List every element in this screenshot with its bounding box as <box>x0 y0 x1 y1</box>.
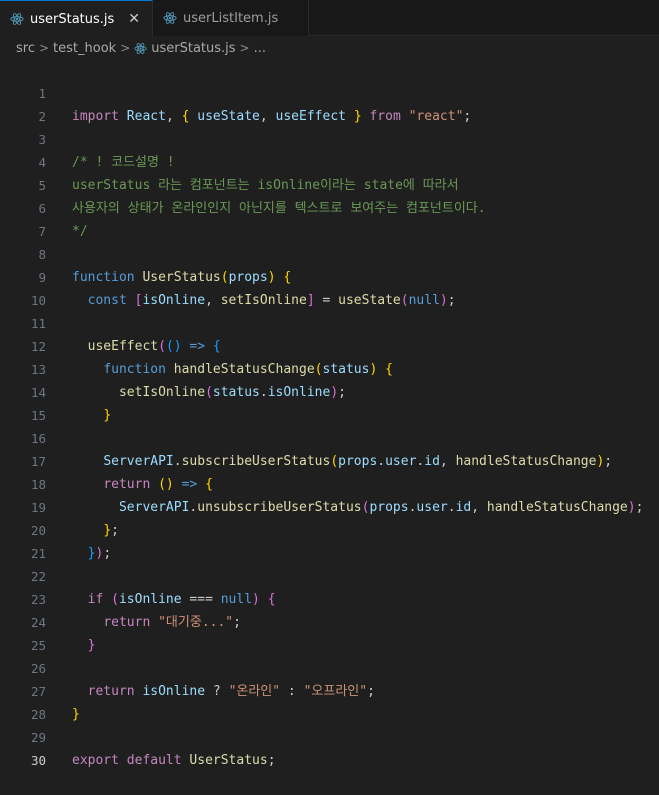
string-literal: "대기중..." <box>158 615 234 630</box>
code-line: 1 import React, { useState, useEffect } … <box>0 59 471 124</box>
code-line: 26 return isOnline ? "온라인" : "오프라인"; <box>0 634 375 699</box>
string-literal: "react" <box>408 109 464 124</box>
chevron-right-icon: > <box>38 41 50 55</box>
comment: userStatus 라는 컴포넌트는 isOnline이라는 state에 따… <box>72 178 459 193</box>
code-editor[interactable]: 1 import React, { useState, useEffect } … <box>0 59 659 788</box>
react-icon <box>163 11 177 25</box>
code-line: 18 ServerAPI.unsubscribeUserStatus(props… <box>0 450 643 515</box>
code-text: ServerAPI.subscribeUserStatus(props.user… <box>103 454 613 469</box>
breadcrumb-file[interactable]: userStatus.js <box>151 41 235 56</box>
code-line: 17 return () => { <box>0 427 213 492</box>
string-literal: "온라인" <box>228 684 281 699</box>
code-line: 3 /* ! 코드설명 ! <box>0 105 174 170</box>
code-text: function UserStatus(props) { <box>72 270 292 285</box>
code-line: 11 useEffect(() => { <box>0 289 221 354</box>
code-line: 20 }); <box>0 496 111 561</box>
breadcrumb-src[interactable]: src <box>16 41 35 56</box>
code-text: }); <box>87 546 112 561</box>
code-line: 5 사용자의 상태가 온라인인지 아닌지를 텍스트로 보여주는 컴포넌트이다. <box>0 151 485 216</box>
code-text: useEffect(() => { <box>87 339 221 354</box>
code-text: if (isOnline === null) { <box>87 592 276 607</box>
code-line: 25 <box>0 611 46 653</box>
code-text: return isOnline ? "온라인" : "오프라인"; <box>87 684 375 699</box>
code-line: 9 const [isOnline, setIsOnline] = useSta… <box>0 243 455 308</box>
code-text: } <box>103 408 112 423</box>
code-line: 6 */ <box>0 174 87 239</box>
code-line: 23 return "대기중..."; <box>0 565 241 630</box>
code-line: 27 } <box>0 657 80 722</box>
code-text: return "대기중..."; <box>103 615 241 630</box>
comment: /* ! 코드설명 ! <box>72 155 175 170</box>
code-line: 2 <box>0 82 46 124</box>
chevron-right-icon: > <box>120 41 131 55</box>
code-line: 14 } <box>0 358 111 423</box>
code-text: } <box>72 707 80 722</box>
code-text: function handleStatusChange(status) { <box>103 362 393 377</box>
code-text: export default UserStatus; <box>72 753 276 768</box>
breadcrumb: src > test_hook > userStatus.js > ... <box>0 37 659 59</box>
tab-userstatus[interactable]: userStatus.js ✕ <box>0 0 154 37</box>
code-line: 21 <box>0 519 46 561</box>
code-text: }; <box>103 523 119 538</box>
code-text: return () => { <box>103 477 213 492</box>
react-icon <box>134 42 147 55</box>
code-line: 19 }; <box>0 473 119 538</box>
code-line: 15 <box>0 381 46 423</box>
close-icon[interactable]: ✕ <box>128 11 140 27</box>
code-line: 29 export default UserStatus; <box>0 703 276 768</box>
code-line: 24 } <box>0 588 96 653</box>
comment: 사용자의 상태가 온라인인지 아닌지를 텍스트로 보여주는 컴포넌트이다. <box>72 201 486 216</box>
react-icon <box>10 12 24 26</box>
code-line: 12 function handleStatusChange(status) { <box>0 312 393 377</box>
string-literal: "오프라인" <box>303 684 368 699</box>
code-text: ServerAPI.unsubscribeUserStatus(props.us… <box>118 500 644 515</box>
code-text: setIsOnline(status.isOnline); <box>118 385 346 400</box>
code-line: 8 function UserStatus(props) { <box>0 220 291 285</box>
breadcrumb-symbol[interactable]: ... <box>254 41 266 56</box>
code-line: 16 ServerAPI.subscribeUserStatus(props.u… <box>0 404 612 469</box>
tab-label: userListItem.js <box>183 10 279 26</box>
tab-label: userStatus.js <box>30 11 115 27</box>
code-line: 22 if (isOnline === null) { <box>0 542 276 607</box>
code-line: 30 <box>0 726 46 768</box>
code-line: 13 setIsOnline(status.isOnline); <box>0 335 346 400</box>
line-number: 30 <box>30 753 46 768</box>
chevron-right-icon: > <box>239 41 250 55</box>
code-text: } <box>87 638 96 653</box>
tab-userlistitem[interactable]: userListItem.js <box>153 0 310 36</box>
code-line: 7 <box>0 197 46 239</box>
tab-bar: userStatus.js ✕ userListItem.js <box>0 0 659 37</box>
code-line: 10 <box>0 266 46 308</box>
code-line: 4 userStatus 라는 컴포넌트는 isOnline이라는 state에… <box>0 128 458 193</box>
code-text: const [isOnline, setIsOnline] = useState… <box>87 293 456 308</box>
comment: */ <box>72 224 88 239</box>
code-line: 28 <box>0 680 46 722</box>
code-text: import React, { useState, useEffect } fr… <box>72 109 472 124</box>
breadcrumb-test-hook[interactable]: test_hook <box>53 41 116 56</box>
